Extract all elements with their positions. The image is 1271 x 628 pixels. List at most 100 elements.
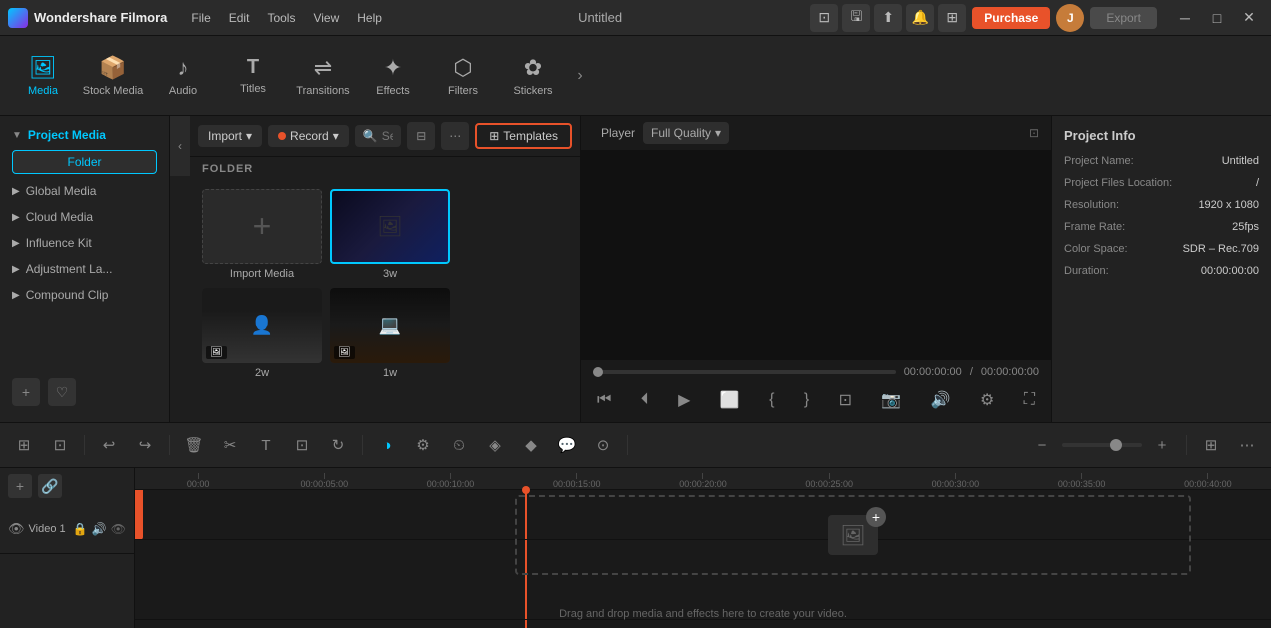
keyframe-button[interactable]: ◆: [515, 429, 547, 461]
track-lock-icon[interactable]: 🔒: [73, 522, 88, 536]
notification-icon[interactable]: 🔔: [906, 4, 934, 32]
save-icon[interactable]: 🖫: [842, 4, 870, 32]
progress-handle[interactable]: [593, 367, 603, 377]
scene-detect-button[interactable]: ⊡: [44, 429, 76, 461]
progress-track[interactable]: [593, 370, 896, 374]
menu-file[interactable]: File: [183, 7, 218, 29]
track-visibility-icon[interactable]: 👁: [8, 521, 25, 537]
close-button[interactable]: ✕: [1235, 4, 1263, 32]
tool-media[interactable]: 🖼 Media: [8, 41, 78, 111]
crop-button[interactable]: ⊡: [286, 429, 318, 461]
frame-back-button[interactable]: ⏴: [637, 389, 653, 411]
settings-button[interactable]: ⚙: [407, 429, 439, 461]
menu-view[interactable]: View: [305, 7, 347, 29]
play-button[interactable]: ▶: [674, 388, 694, 412]
add-track-button[interactable]: +: [8, 474, 32, 498]
audio-button[interactable]: 🔊: [927, 388, 955, 412]
zoom-handle[interactable]: [1110, 439, 1122, 451]
folder-button[interactable]: Folder: [12, 150, 157, 174]
mark-in-button[interactable]: {: [765, 389, 778, 411]
media-thumb-3w[interactable]: 🖼: [330, 189, 450, 264]
settings-preview-button[interactable]: ⚙: [976, 388, 998, 412]
stop-button[interactable]: ⬜: [716, 388, 744, 412]
stock-media-icon: 📦: [99, 55, 126, 81]
delete-button[interactable]: 🗑: [178, 429, 210, 461]
sidebar-item-global-media[interactable]: ▶ Global Media: [0, 178, 169, 204]
add-folder-button[interactable]: +: [12, 378, 40, 406]
user-avatar[interactable]: J: [1056, 4, 1084, 32]
toolbar-more[interactable]: ›: [568, 41, 592, 111]
favorites-button[interactable]: ♡: [48, 378, 76, 406]
screen-icon[interactable]: ⊡: [810, 4, 838, 32]
purchase-button[interactable]: Purchase: [972, 7, 1050, 29]
snapshot-button[interactable]: 📷: [877, 388, 905, 412]
menu-tools[interactable]: Tools: [259, 7, 303, 29]
sidebar-item-cloud-media[interactable]: ▶ Cloud Media: [0, 204, 169, 230]
redo-button[interactable]: ↪: [129, 429, 161, 461]
media-item-2w[interactable]: 👤 🖼 2w: [202, 288, 322, 379]
media-thumb-1w[interactable]: 💻 🖼: [330, 288, 450, 363]
timeline-track-video1[interactable]: 🖼 +: [135, 490, 1271, 540]
tool-stickers[interactable]: ✿ Stickers: [498, 41, 568, 111]
sidebar-item-influence-kit[interactable]: ▶ Influence Kit: [0, 230, 169, 256]
import-media-item[interactable]: + Import Media: [202, 189, 322, 280]
link-track-button[interactable]: 🔗: [38, 474, 62, 498]
ai-button[interactable]: ⊙: [587, 429, 619, 461]
export-button[interactable]: Export: [1090, 7, 1157, 29]
mark-out-button[interactable]: }: [800, 389, 813, 411]
color-button[interactable]: ◑: [371, 429, 403, 461]
stabilize-button[interactable]: ◈: [479, 429, 511, 461]
tool-stock-media[interactable]: 📦 Stock Media: [78, 41, 148, 111]
quality-dropdown[interactable]: Full Quality ▾: [643, 122, 729, 144]
export-frame-button[interactable]: ⊡: [835, 388, 856, 412]
add-media-button[interactable]: +: [202, 189, 322, 264]
tool-effects[interactable]: ✦ Effects: [358, 41, 428, 111]
search-input[interactable]: [382, 129, 394, 143]
tool-transitions[interactable]: ⇌ Transitions: [288, 41, 358, 111]
zoom-slider[interactable]: [1062, 443, 1142, 447]
text-button[interactable]: T: [250, 429, 282, 461]
zoom-in-button[interactable]: +: [1146, 429, 1178, 461]
upload-icon[interactable]: ⬆: [874, 4, 902, 32]
minimize-button[interactable]: ─: [1171, 4, 1199, 32]
track-audio-icon[interactable]: 🔊: [92, 522, 107, 536]
cut-button[interactable]: ✂: [214, 429, 246, 461]
track-eye-icon[interactable]: 👁: [111, 522, 126, 536]
layout-icon[interactable]: ⊞: [938, 4, 966, 32]
media-item-3w[interactable]: 🖼 3w: [330, 189, 450, 280]
rotate-button[interactable]: ↻: [322, 429, 354, 461]
media-toolbar: Import ▾ Record ▾ 🔍 ⊟ ⋯ ⊞: [190, 116, 580, 157]
undo-button[interactable]: ↩: [93, 429, 125, 461]
templates-button[interactable]: ⊞ Templates: [475, 123, 572, 149]
zoom-out-button[interactable]: −: [1026, 429, 1058, 461]
more-tl-button[interactable]: ⋯: [1231, 429, 1263, 461]
timeline-tracks[interactable]: 🖼 + Drag and drop media and effects here…: [135, 490, 1271, 628]
preview-player-tab[interactable]: Player: [593, 122, 643, 144]
maximize-button[interactable]: □: [1203, 4, 1231, 32]
import-button[interactable]: Import ▾: [198, 125, 262, 147]
media-thumb-2w[interactable]: 👤 🖼: [202, 288, 322, 363]
tool-audio[interactable]: ♪ Audio: [148, 41, 218, 111]
media-item-1w[interactable]: 💻 🖼 1w: [330, 288, 450, 379]
filter-button[interactable]: ⊟: [407, 122, 435, 150]
sidebar-item-compound-clip[interactable]: ▶ Compound Clip: [0, 282, 169, 308]
fullscreen-button[interactable]: ⛶: [1020, 389, 1039, 411]
info-row-duration: Duration: 00:00:00:00: [1064, 265, 1259, 277]
sidebar-collapse[interactable]: ‹: [170, 116, 190, 176]
grid-view-button[interactable]: ⊞: [1195, 429, 1227, 461]
project-media-header[interactable]: ▼ Project Media: [0, 124, 169, 146]
preview-expand-icon[interactable]: ⊡: [1029, 126, 1039, 140]
search-box[interactable]: 🔍: [355, 125, 401, 147]
menu-help[interactable]: Help: [349, 7, 390, 29]
subtitle-button[interactable]: 💬: [551, 429, 583, 461]
scene-button[interactable]: ⊞: [8, 429, 40, 461]
tl-divider-1: [84, 435, 85, 455]
menu-edit[interactable]: Edit: [221, 7, 258, 29]
tool-filters[interactable]: ⬡ Filters: [428, 41, 498, 111]
tool-titles[interactable]: T Titles: [218, 41, 288, 111]
more-options-button[interactable]: ⋯: [441, 122, 469, 150]
go-start-button[interactable]: ⏮: [593, 389, 615, 411]
speed-button[interactable]: ⏲: [443, 429, 475, 461]
record-button[interactable]: Record ▾: [268, 125, 349, 147]
sidebar-item-adjustment-layer[interactable]: ▶ Adjustment La...: [0, 256, 169, 282]
